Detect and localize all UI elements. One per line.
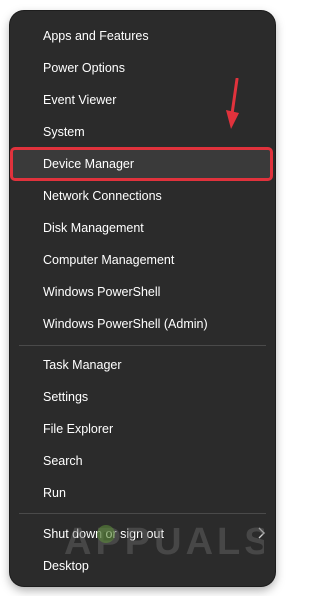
menu-item-label: System (43, 125, 85, 139)
menu-item-label: Windows PowerShell (43, 285, 161, 299)
menu-item-settings[interactable]: Settings (10, 382, 275, 412)
menu-item-label: Shut down or sign out (43, 527, 164, 541)
menu-item-label: Windows PowerShell (Admin) (43, 317, 208, 331)
menu-item-shut-down-or-sign-out[interactable]: Shut down or sign out (10, 519, 275, 549)
menu-item-windows-powershell[interactable]: Windows PowerShell (10, 277, 275, 307)
menu-item-disk-management[interactable]: Disk Management (10, 213, 275, 243)
menu-item-device-manager[interactable]: Device Manager (10, 147, 273, 181)
menu-item-label: Run (43, 486, 66, 500)
red-arrow-annotation (226, 78, 239, 129)
menu-item-label: Computer Management (43, 253, 175, 267)
menu-item-network-connections[interactable]: Network Connections (10, 181, 275, 211)
menu-divider (19, 513, 266, 514)
menu-item-label: Power Options (43, 61, 125, 75)
menu-item-label: Device Manager (43, 157, 135, 171)
menu-item-task-manager[interactable]: Task Manager (10, 350, 275, 380)
screenshot-stage: Apps and Features Power Options Event Vi… (0, 0, 285, 596)
menu-item-label: Settings (43, 390, 89, 404)
menu-item-apps-and-features[interactable]: Apps and Features (10, 21, 275, 51)
menu-item-label: Task Manager (43, 358, 122, 372)
menu-item-label: Disk Management (43, 221, 144, 235)
menu-item-label: File Explorer (43, 422, 114, 436)
menu-item-run[interactable]: Run (10, 478, 275, 508)
menu-item-computer-management[interactable]: Computer Management (10, 245, 275, 275)
menu-item-file-explorer[interactable]: File Explorer (10, 414, 275, 444)
menu-item-label: Search (43, 454, 83, 468)
menu-item-label: Event Viewer (43, 93, 117, 107)
chevron-right-icon (258, 527, 265, 539)
menu-item-search[interactable]: Search (10, 446, 275, 476)
menu-divider (19, 345, 266, 346)
menu-item-windows-powershell-admin[interactable]: Windows PowerShell (Admin) (10, 309, 275, 339)
menu-item-label: Desktop (43, 559, 89, 573)
menu-item-label: Network Connections (43, 189, 162, 203)
menu-item-desktop[interactable]: Desktop (10, 551, 275, 581)
menu-item-label: Apps and Features (43, 29, 149, 43)
